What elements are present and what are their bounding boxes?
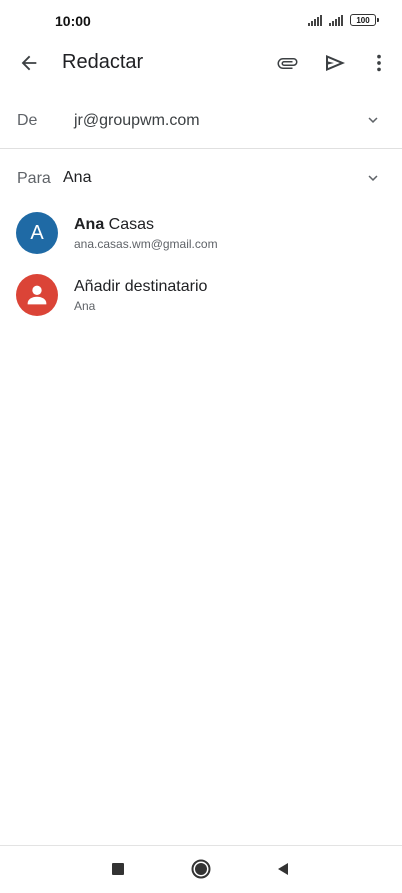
toolbar: Redactar bbox=[0, 40, 402, 86]
battery-icon: 100 bbox=[350, 14, 379, 26]
status-bar: 10:00 100 bbox=[0, 0, 402, 44]
back-button[interactable] bbox=[14, 49, 44, 77]
avatar: A bbox=[16, 212, 58, 254]
from-dropdown-button[interactable] bbox=[364, 111, 382, 129]
more-options-button[interactable] bbox=[364, 49, 394, 77]
send-button[interactable] bbox=[320, 49, 350, 77]
contact-name-match: Ana bbox=[74, 216, 105, 233]
chevron-down-icon bbox=[368, 175, 378, 181]
contact-name-rest: Casas bbox=[104, 216, 155, 233]
from-label: De bbox=[17, 112, 38, 129]
from-row[interactable]: De jr@groupwm.com bbox=[0, 96, 402, 148]
recent-apps-icon bbox=[112, 863, 124, 875]
paperclip-icon bbox=[277, 58, 298, 69]
attach-button[interactable] bbox=[272, 49, 302, 77]
add-recipient-title: Añadir destinatario bbox=[74, 278, 208, 295]
signal-icon bbox=[308, 14, 322, 26]
system-back-button[interactable] bbox=[270, 858, 296, 880]
to-row: Para bbox=[0, 154, 402, 202]
page-title: Redactar bbox=[62, 51, 144, 73]
add-recipient-suggestion[interactable]: Añadir destinatario Ana bbox=[0, 265, 402, 325]
signal-icon-2 bbox=[329, 14, 343, 26]
avatar bbox=[16, 274, 58, 316]
home-button[interactable] bbox=[188, 858, 214, 880]
chevron-down-icon bbox=[368, 117, 378, 123]
avatar-letter: A bbox=[30, 221, 44, 244]
contact-suggestion[interactable]: A Ana Casas ana.casas.wm@gmail.com bbox=[0, 203, 402, 263]
more-vert-icon bbox=[377, 54, 381, 72]
system-nav-bar bbox=[0, 846, 402, 893]
battery-level: 100 bbox=[356, 15, 370, 25]
contact-name: Ana Casas bbox=[74, 216, 154, 234]
send-icon bbox=[326, 55, 345, 71]
to-label: Para bbox=[17, 170, 51, 187]
back-arrow-icon bbox=[21, 55, 37, 71]
add-recipient-subtitle: Ana bbox=[74, 299, 96, 313]
contact-email: ana.casas.wm@gmail.com bbox=[74, 237, 218, 251]
home-icon bbox=[191, 859, 211, 879]
divider bbox=[0, 148, 402, 149]
recent-apps-button[interactable] bbox=[105, 858, 131, 880]
to-dropdown-button[interactable] bbox=[364, 169, 382, 187]
status-icons: 100 bbox=[308, 14, 379, 26]
from-value[interactable]: jr@groupwm.com bbox=[74, 112, 200, 130]
back-triangle-icon bbox=[278, 863, 288, 875]
person-icon bbox=[27, 285, 47, 305]
status-time: 10:00 bbox=[55, 13, 91, 29]
to-input[interactable] bbox=[63, 164, 343, 192]
